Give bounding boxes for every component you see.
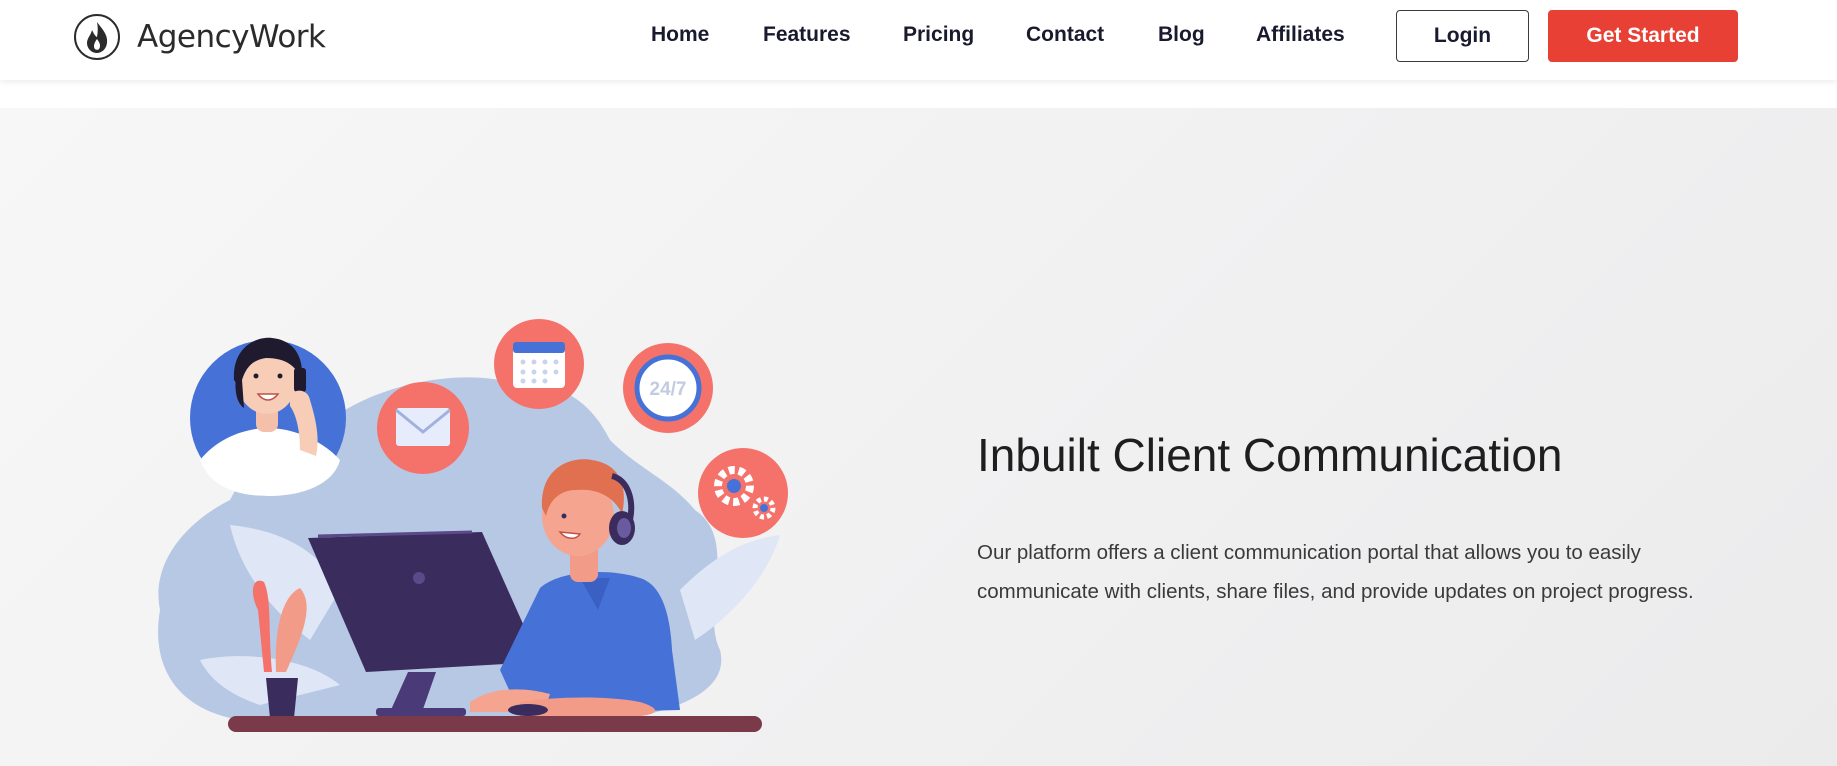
communication-illustration: 24/7 — [158, 319, 788, 732]
hero-description: Our platform offers a client communicati… — [977, 541, 1694, 603]
clock-24-7-label: 24/7 — [650, 379, 687, 400]
nav-features[interactable]: Features — [763, 23, 851, 47]
clock-icon: 24/7 — [623, 343, 713, 433]
email-icon — [377, 382, 469, 474]
client-avatar — [190, 337, 346, 496]
flame-icon — [74, 14, 120, 60]
gears-icon — [698, 448, 788, 538]
get-started-button[interactable]: Get Started — [1548, 10, 1738, 62]
nav-home[interactable]: Home — [651, 23, 709, 47]
site-header: AgencyWork Home Features Pricing Contact… — [0, 0, 1837, 80]
nav-affiliates[interactable]: Affiliates — [1256, 23, 1345, 47]
desk — [228, 716, 762, 732]
hero-title: Inbuilt Client Communication — [977, 429, 1563, 481]
calendar-icon — [494, 319, 584, 409]
nav-contact[interactable]: Contact — [1026, 23, 1104, 47]
nav-blog[interactable]: Blog — [1158, 23, 1205, 47]
nav-pricing[interactable]: Pricing — [903, 23, 974, 47]
brand-name: AgencyWork — [137, 19, 326, 55]
brand-logo[interactable]: AgencyWork — [73, 13, 326, 61]
login-button[interactable]: Login — [1396, 10, 1529, 62]
